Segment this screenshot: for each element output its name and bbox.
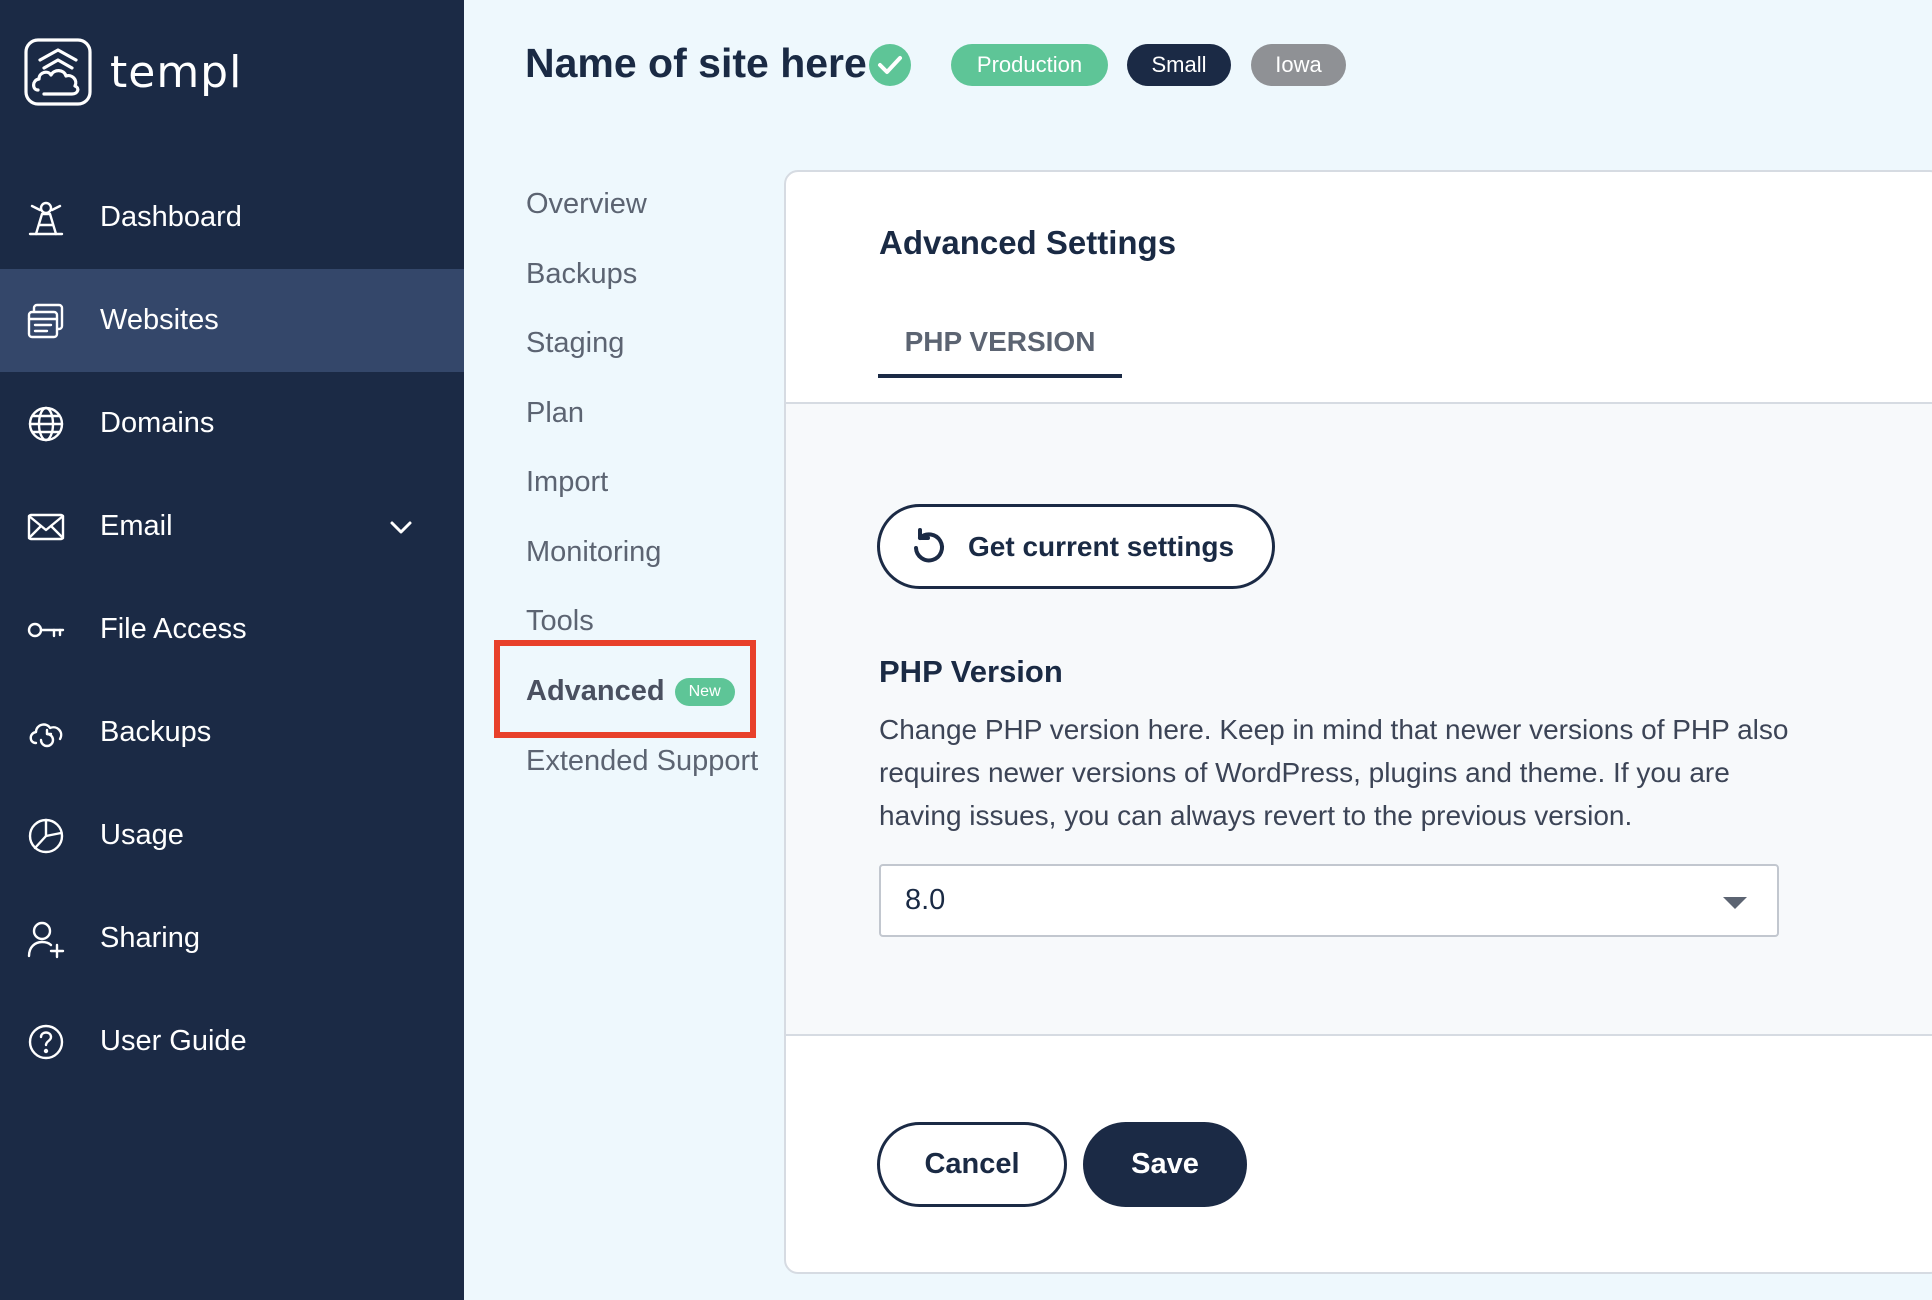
- sidebar-item-domains[interactable]: Domains: [0, 372, 464, 475]
- sidebar-item-label: Email: [100, 510, 173, 542]
- sidebar-item-label: Websites: [100, 304, 219, 336]
- save-button[interactable]: Save: [1083, 1122, 1247, 1207]
- pie-chart-icon: [26, 816, 66, 856]
- tab-php-version[interactable]: PHP VERSION: [878, 310, 1122, 378]
- subnav-item-staging[interactable]: Staging: [526, 327, 624, 360]
- subnav-item-extended-support[interactable]: Extended Support: [526, 745, 758, 778]
- sidebar-item-label: Backups: [100, 716, 212, 748]
- highlight-box: [494, 640, 756, 738]
- brand-logo-icon: [24, 38, 92, 106]
- caret-down-icon: [1723, 897, 1747, 909]
- sidebar-item-user-guide[interactable]: User Guide: [0, 990, 464, 1093]
- subnav-item-backups[interactable]: Backups: [526, 258, 637, 291]
- dashboard-icon: [26, 198, 66, 238]
- get-current-settings-label: Get current settings: [968, 530, 1235, 562]
- sidebar-item-websites[interactable]: Websites: [0, 269, 464, 372]
- websites-icon: [26, 301, 66, 341]
- sidebar-item-file-access[interactable]: File Access: [0, 578, 464, 681]
- sidebar: templ Dashboard Websites Domains Email F…: [0, 0, 464, 1300]
- globe-icon: [26, 404, 66, 444]
- php-version-select[interactable]: 8.0: [879, 864, 1779, 937]
- verified-check-icon: [869, 44, 911, 86]
- get-current-settings-button[interactable]: Get current settings: [877, 504, 1275, 589]
- sidebar-item-label: Domains: [100, 407, 215, 439]
- page-title: Name of site here: [525, 40, 867, 86]
- sidebar-item-backups[interactable]: Backups: [0, 681, 464, 784]
- sidebar-nav: Dashboard Websites Domains Email File Ac…: [0, 166, 464, 1093]
- envelope-icon: [26, 507, 66, 547]
- brand-name: templ: [110, 46, 243, 98]
- sidebar-item-label: Usage: [100, 819, 184, 851]
- panel-title: Advanced Settings: [879, 224, 1177, 261]
- subnav-item-tools[interactable]: Tools: [526, 605, 594, 638]
- sidebar-item-label: User Guide: [100, 1025, 247, 1057]
- sidebar-item-email[interactable]: Email: [0, 475, 464, 578]
- backup-cloud-icon: [26, 713, 66, 753]
- brand[interactable]: templ: [24, 38, 242, 106]
- location-badge: Iowa: [1251, 44, 1346, 86]
- php-version-description: Change PHP version here. Keep in mind th…: [879, 714, 1789, 831]
- refresh-icon: [914, 527, 944, 562]
- sidebar-item-usage[interactable]: Usage: [0, 784, 464, 887]
- help-circle-icon: [26, 1022, 66, 1062]
- sidebar-item-dashboard[interactable]: Dashboard: [0, 166, 464, 269]
- chevron-down-icon[interactable]: [386, 512, 416, 542]
- sidebar-item-label: Dashboard: [100, 201, 242, 233]
- php-version-value: 8.0: [905, 884, 946, 916]
- cancel-button[interactable]: Cancel: [877, 1122, 1067, 1207]
- advanced-settings-panel: Advanced Settings PHP VERSION Get curren…: [784, 170, 1932, 1274]
- subnav-item-import[interactable]: Import: [526, 466, 608, 499]
- subnav-item-plan[interactable]: Plan: [526, 397, 584, 430]
- subnav-item-overview[interactable]: Overview: [526, 188, 647, 221]
- sidebar-item-sharing[interactable]: Sharing: [0, 887, 464, 990]
- add-user-icon: [26, 919, 66, 959]
- sidebar-item-label: File Access: [100, 613, 247, 645]
- sidebar-item-label: Sharing: [100, 922, 200, 954]
- php-version-heading: PHP Version: [879, 654, 1063, 689]
- subnav-item-monitoring[interactable]: Monitoring: [526, 536, 661, 569]
- key-icon: [26, 610, 66, 650]
- panel-body: Get current settings PHP Version Change …: [786, 404, 1932, 1036]
- environment-badge: Production: [951, 44, 1108, 86]
- size-badge: Small: [1127, 44, 1231, 86]
